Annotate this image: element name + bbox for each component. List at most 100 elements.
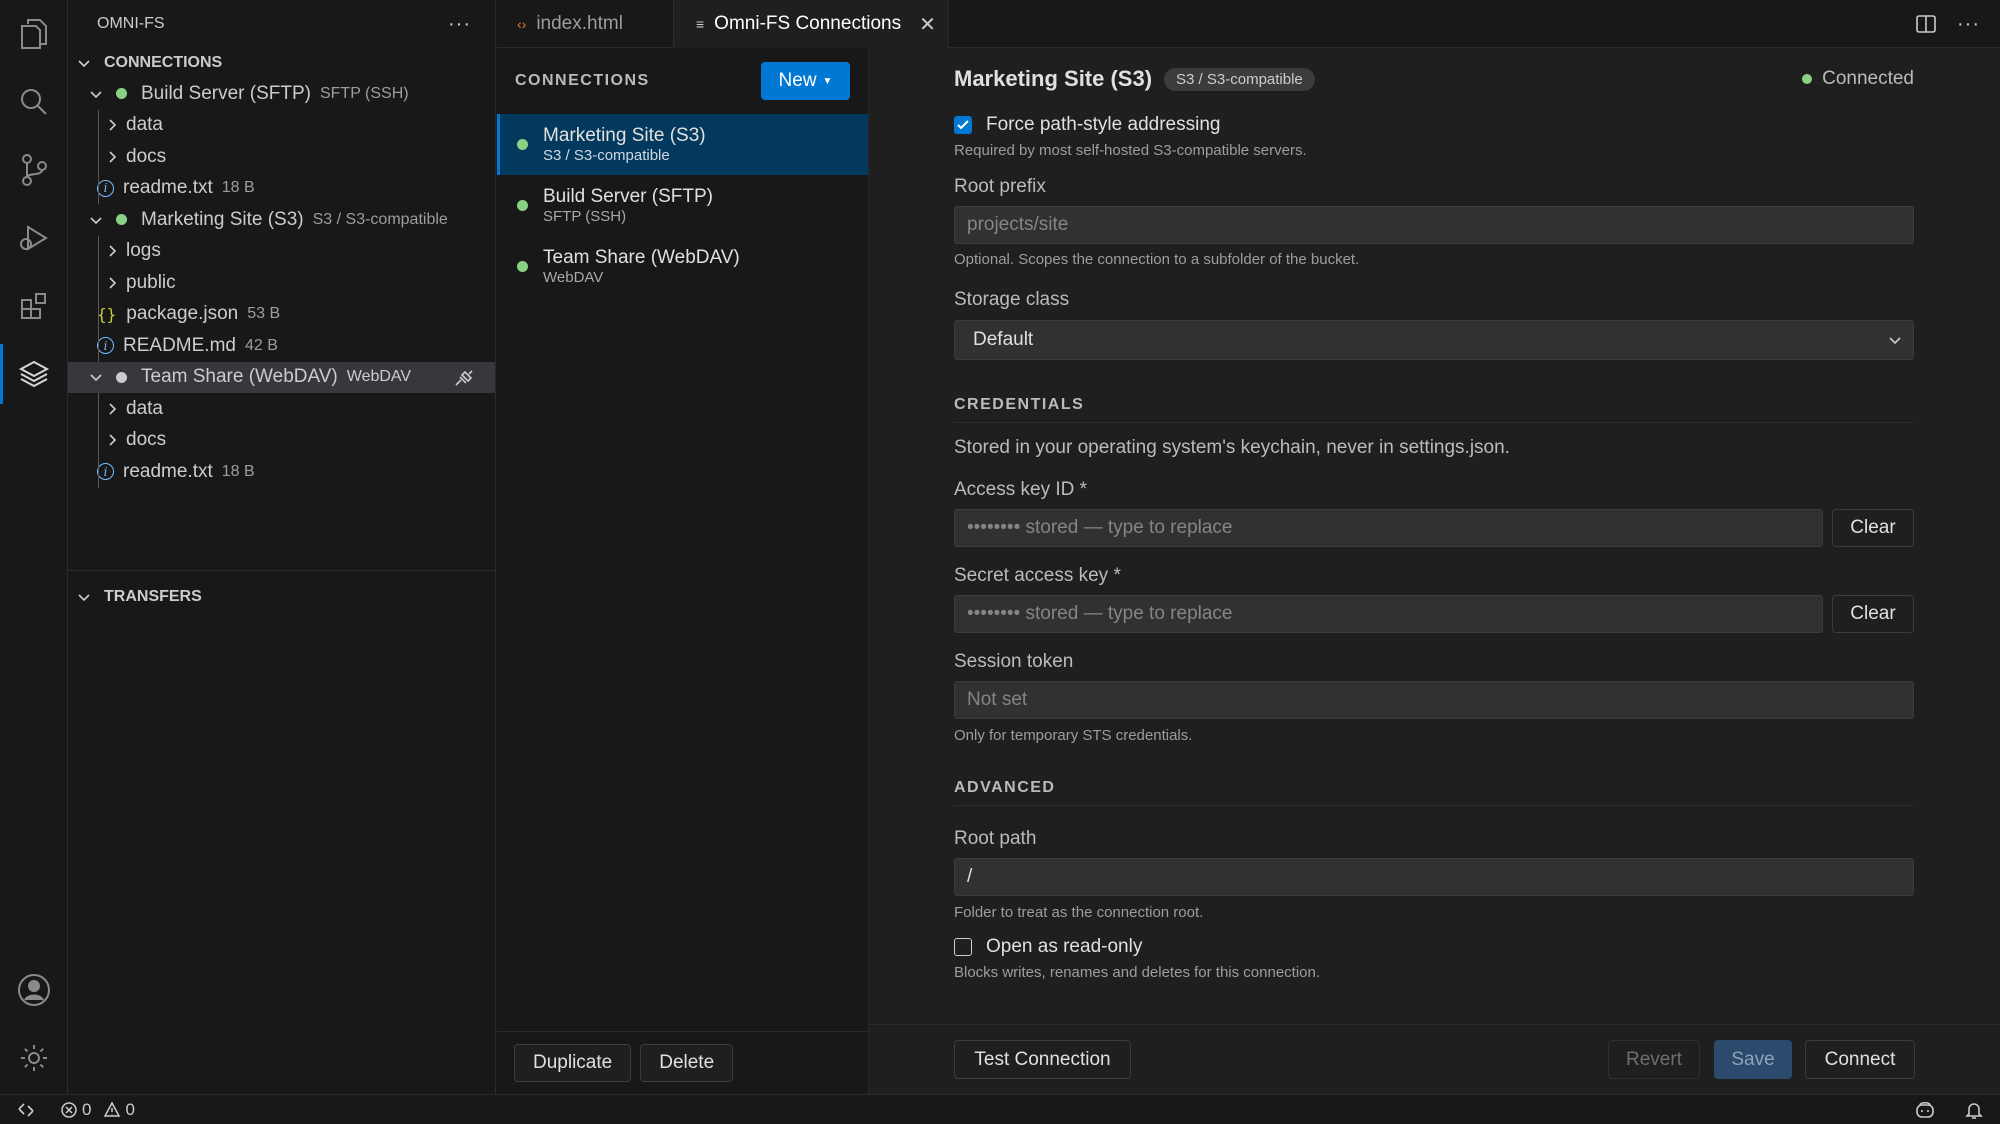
chevron-right-icon: [102, 243, 122, 259]
connection-item-marketing-site[interactable]: Marketing Site (S3) S3 / S3-compatible: [497, 114, 868, 175]
secret-key-row: •••••••• stored — type to replace Clear: [954, 595, 1914, 633]
connect-button[interactable]: Connect: [1805, 1040, 1915, 1079]
session-token-input[interactable]: Not set: [954, 681, 1914, 719]
notifications-bell-icon[interactable]: [1964, 1100, 1984, 1120]
chevron-down-icon: [86, 212, 106, 228]
tree-item-folder[interactable]: public: [68, 267, 495, 299]
explorer-icon[interactable]: [0, 0, 68, 68]
explorer-sidebar: OMNI-FS ··· CONNECTIONS Build Server (SF…: [68, 0, 496, 1094]
warning-icon: [103, 1100, 121, 1119]
tree-item-folder[interactable]: docs: [68, 424, 495, 456]
connections-section-header[interactable]: CONNECTIONS: [68, 48, 495, 78]
tree-item-build-server[interactable]: Build Server (SFTP) SFTP (SSH): [68, 78, 495, 110]
transfers-section-header[interactable]: TRANSFERS: [68, 582, 495, 612]
tree-item-folder[interactable]: data: [68, 109, 495, 141]
more-actions-icon[interactable]: ···: [448, 13, 471, 36]
remote-icon[interactable]: [16, 1100, 36, 1120]
sidebar-header: OMNI-FS ···: [68, 0, 495, 48]
close-icon[interactable]: ✕: [919, 12, 936, 37]
tree-item-folder[interactable]: logs: [68, 235, 495, 267]
force-path-checkbox[interactable]: [954, 116, 972, 134]
new-connection-button[interactable]: New ▼: [761, 62, 850, 100]
connection-item-team-share[interactable]: Team Share (WebDAV) WebDAV: [497, 236, 868, 297]
tree-item-meta: WebDAV: [346, 368, 412, 386]
json-file-icon: {}: [97, 304, 117, 324]
search-icon[interactable]: [0, 68, 68, 136]
split-editor-icon[interactable]: [1915, 13, 1937, 35]
caret-down-icon: ▼: [822, 75, 833, 87]
indent-guide: [98, 330, 99, 362]
disconnected-status-dot: [116, 371, 127, 383]
revert-button[interactable]: Revert: [1608, 1040, 1700, 1079]
connected-status-dot: [517, 261, 528, 272]
tree-item-team-share[interactable]: Team Share (WebDAV) WebDAV: [68, 361, 495, 393]
tab-omni-fs-connections[interactable]: ≡ Omni-FS Connections ✕: [674, 0, 949, 48]
clear-secret-key-button[interactable]: Clear: [1832, 595, 1914, 633]
tree-item-label: public: [126, 271, 176, 293]
delete-button[interactable]: Delete: [640, 1044, 734, 1082]
connected-status-dot: [517, 200, 528, 211]
root-prefix-placeholder: projects/site: [967, 214, 1069, 235]
indent-guide: [98, 141, 99, 173]
secret-key-input[interactable]: •••••••• stored — type to replace: [954, 595, 1823, 633]
root-path-input[interactable]: /: [954, 858, 1914, 896]
tree-item-file[interactable]: {} package.json 53 B: [68, 298, 495, 330]
tree-item-folder[interactable]: docs: [68, 141, 495, 173]
tree-item-file[interactable]: i readme.txt 18 B: [68, 172, 495, 204]
html-file-icon: ‹›: [517, 16, 527, 32]
root-prefix-field: Root prefix projects/site Optional. Scop…: [954, 176, 1914, 268]
credentials-title: CREDENTIALS: [954, 396, 1914, 423]
indent-guide: [98, 424, 99, 456]
tree-item-label: README.md: [123, 334, 236, 356]
tree-item-label: readme.txt: [123, 177, 213, 199]
editor-tab-bar: ‹› index.html ≡ Omni-FS Connections ✕ ··…: [497, 0, 2000, 48]
status-bar: 0 0: [0, 1094, 2000, 1124]
session-token-hint: Only for temporary STS credentials.: [954, 727, 1193, 744]
info-file-icon: i: [97, 337, 114, 355]
plug-icon[interactable]: [453, 368, 475, 388]
tree-item-label: docs: [126, 429, 167, 451]
root-prefix-input[interactable]: projects/site: [954, 206, 1914, 244]
error-count: 0: [82, 1099, 92, 1119]
problems-indicator[interactable]: 0 0: [60, 1100, 135, 1120]
read-only-hint: Blocks writes, renames and deletes for t…: [954, 964, 1321, 981]
more-actions-icon[interactable]: ···: [1957, 13, 1980, 36]
account-icon[interactable]: [0, 956, 68, 1024]
extensions-icon[interactable]: [0, 272, 68, 340]
connection-type-badge: S3 / S3-compatible: [1164, 67, 1315, 91]
source-control-icon[interactable]: [0, 136, 68, 204]
tree-item-file[interactable]: i readme.txt 18 B: [68, 456, 495, 488]
test-connection-button[interactable]: Test Connection: [954, 1040, 1131, 1079]
indent-guide: [98, 298, 99, 330]
info-file-icon: i: [97, 179, 114, 197]
access-key-input[interactable]: •••••••• stored — type to replace: [954, 509, 1823, 547]
force-path-hint: Required by most self-hosted S3-compatib…: [954, 142, 1307, 159]
chevron-right-icon: [102, 149, 122, 165]
clear-access-key-button[interactable]: Clear: [1832, 509, 1914, 547]
connection-item-build-server[interactable]: Build Server (SFTP) SFTP (SSH): [497, 175, 868, 236]
connected-status-dot: [116, 88, 127, 100]
omni-fs-icon[interactable]: [0, 340, 68, 408]
access-key-label: Access key ID *: [954, 479, 1088, 500]
duplicate-button[interactable]: Duplicate: [514, 1044, 632, 1082]
chevron-down-icon: [86, 86, 106, 102]
storage-class-select[interactable]: Default: [954, 320, 1914, 360]
tree-item-label: readme.txt: [123, 460, 213, 482]
read-only-checkbox-row[interactable]: Open as read-only: [954, 936, 1914, 958]
read-only-checkbox[interactable]: [954, 938, 972, 956]
access-key-field: Access key ID * •••••••• stored — type t…: [954, 479, 1914, 547]
tree-item-marketing-site[interactable]: Marketing Site (S3) S3 / S3-compatible: [68, 204, 495, 236]
save-button[interactable]: Save: [1714, 1040, 1792, 1079]
copilot-icon[interactable]: [1914, 1100, 1936, 1120]
indent-guide: [98, 172, 99, 204]
tree-item-meta: SFTP (SSH): [319, 84, 409, 102]
force-path-checkbox-row[interactable]: Force path-style addressing: [954, 114, 1914, 136]
tree-item-folder[interactable]: data: [68, 393, 495, 425]
tab-index-html[interactable]: ‹› index.html: [497, 0, 674, 48]
tree-item-file[interactable]: i README.md 42 B: [68, 330, 495, 362]
settings-gear-icon[interactable]: [0, 1024, 68, 1092]
tree-item-meta: 42 B: [244, 336, 278, 354]
session-token-label: Session token: [954, 651, 1074, 672]
chevron-right-icon: [102, 432, 122, 448]
run-debug-icon[interactable]: [0, 204, 68, 272]
